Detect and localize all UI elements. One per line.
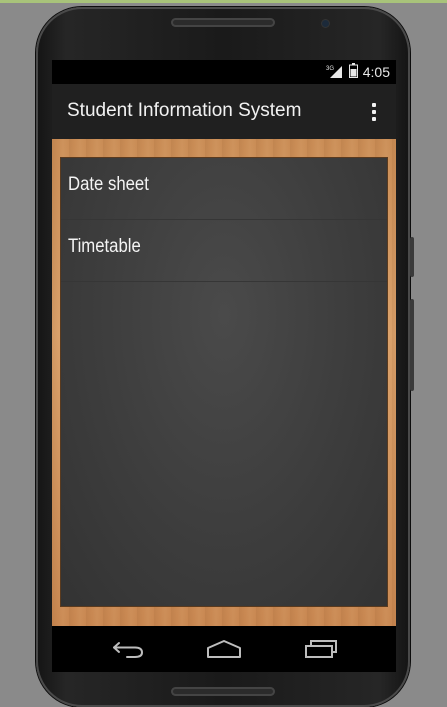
list-item-label: Timetable	[68, 236, 141, 257]
app-title: Student Information System	[67, 100, 302, 121]
chalkboard-list: Date sheet Timetable	[61, 158, 387, 606]
volume-button[interactable]	[410, 237, 414, 277]
list-item-timetable[interactable]: Timetable	[61, 220, 387, 282]
home-icon[interactable]	[204, 634, 244, 664]
side-button[interactable]	[410, 299, 414, 391]
list-item-date-sheet[interactable]: Date sheet	[61, 158, 387, 220]
status-time: 4:05	[362, 64, 390, 80]
navigation-bar	[52, 626, 396, 672]
signal-icon: 3G	[326, 63, 344, 82]
wood-frame-background: Date sheet Timetable	[52, 139, 396, 626]
front-camera	[322, 20, 329, 27]
status-bar: 3G 4:05	[52, 60, 396, 84]
network-type-label: 3G	[326, 66, 334, 72]
earpiece-speaker	[171, 18, 275, 27]
window-top-strip	[0, 0, 447, 3]
overflow-menu-icon[interactable]	[362, 97, 386, 127]
action-bar: Student Information System	[52, 84, 396, 139]
bottom-speaker	[171, 687, 275, 696]
battery-icon	[348, 62, 358, 82]
device-screen: 3G 4:05 Student Information System Date …	[52, 60, 396, 672]
recents-icon[interactable]	[301, 634, 341, 664]
list-item-label: Date sheet	[68, 174, 149, 195]
back-icon[interactable]	[108, 634, 148, 664]
